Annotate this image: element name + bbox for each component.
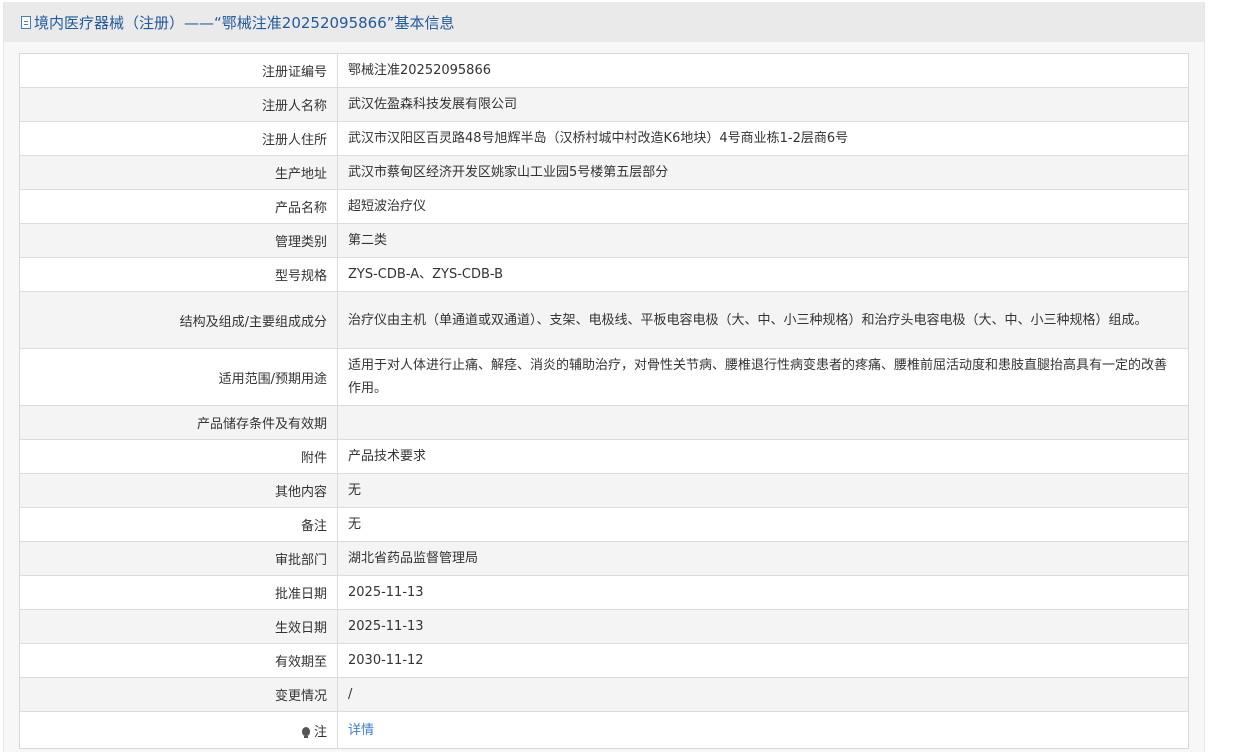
- table-row-registrant-name: 注册人名称 武汉佐盈森科技发展有限公司: [20, 88, 1188, 122]
- field-value: 武汉市蔡甸区经济开发区姚家山工业园5号楼第五层部分: [348, 165, 669, 180]
- field-label: 有效期至: [20, 644, 338, 677]
- details-link[interactable]: 详情: [348, 719, 374, 742]
- table-row-attachment: 附件 产品技术要求: [20, 440, 1188, 474]
- lightbulb-icon: [301, 726, 310, 738]
- table-row-storage: 产品储存条件及有效期: [20, 406, 1188, 440]
- field-label: 其他内容: [20, 474, 338, 507]
- field-label: 型号规格: [20, 258, 338, 291]
- page-title: 境内医疗器械（注册）——“鄂械注准20252095866”基本信息: [34, 13, 455, 32]
- field-value: 产品技术要求: [348, 449, 427, 464]
- field-label: 产品储存条件及有效期: [20, 406, 338, 439]
- field-value: 适用于对人体进行止痛、解痉、消炎的辅助治疗，对骨性关节病、腰椎退行性病变患者的疼…: [348, 358, 1168, 396]
- field-value: 2025-11-13: [348, 585, 424, 600]
- field-label: 生产地址: [20, 156, 338, 189]
- detail-panel: 境内医疗器械（注册）——“鄂械注准20252095866”基本信息 注册证编号 …: [3, 2, 1205, 752]
- field-value: 湖北省药品监督管理局: [348, 551, 479, 566]
- document-icon: [21, 15, 31, 29]
- field-label: 注册证编号: [20, 54, 338, 87]
- table-row-registrant-address: 注册人住所 武汉市汉阳区百灵路48号旭辉半岛（汉桥村城中村改造K6地块）4号商业…: [20, 122, 1188, 156]
- field-label: 注册人住所: [20, 122, 338, 155]
- field-label: 管理类别: [20, 224, 338, 257]
- field-value: 鄂械注准20252095866: [348, 63, 491, 78]
- field-value: 超短波治疗仪: [348, 199, 427, 214]
- field-label: 注册人名称: [20, 88, 338, 121]
- field-value: [338, 406, 1188, 439]
- table-row-valid-until: 有效期至 2030-11-12: [20, 644, 1188, 678]
- field-label: 适用范围/预期用途: [20, 349, 338, 405]
- field-label: 变更情况: [20, 678, 338, 711]
- field-value: 2030-11-12: [348, 653, 424, 668]
- table-row-model-spec: 型号规格 ZYS-CDB-A、ZYS-CDB-B: [20, 258, 1188, 292]
- table-row-changes: 变更情况 /: [20, 678, 1188, 712]
- table-row-structure: 结构及组成/主要组成成分 治疗仪由主机（单通道或双通道）、支架、电极线、平板电容…: [20, 292, 1188, 349]
- field-label: 生效日期: [20, 610, 338, 643]
- field-value: ZYS-CDB-A、ZYS-CDB-B: [348, 267, 504, 282]
- table-row-note: 注 详情: [20, 712, 1188, 748]
- field-label: 审批部门: [20, 542, 338, 575]
- table-row-management-class: 管理类别 第二类: [20, 224, 1188, 258]
- field-label: 产品名称: [20, 190, 338, 223]
- field-value: 武汉市汉阳区百灵路48号旭辉半岛（汉桥村城中村改造K6地块）4号商业栋1-2层商…: [348, 131, 849, 146]
- field-value: 第二类: [348, 233, 388, 248]
- table-row-approval-date: 批准日期 2025-11-13: [20, 576, 1188, 610]
- table-row-remarks: 备注 无: [20, 508, 1188, 542]
- table-row-effective-date: 生效日期 2025-11-13: [20, 610, 1188, 644]
- field-value: 无: [348, 517, 362, 532]
- field-value-note: 详情: [338, 712, 1188, 748]
- field-value: 武汉佐盈森科技发展有限公司: [348, 97, 518, 112]
- field-value: /: [348, 687, 353, 702]
- table-row-registration-number: 注册证编号 鄂械注准20252095866: [20, 54, 1188, 88]
- table-row-other: 其他内容 无: [20, 474, 1188, 508]
- field-value: 无: [348, 483, 362, 498]
- field-label: 附件: [20, 440, 338, 473]
- panel-header: 境内医疗器械（注册）——“鄂械注准20252095866”基本信息: [4, 2, 1204, 42]
- field-value: 2025-11-13: [348, 619, 424, 634]
- note-label: 注: [313, 724, 327, 740]
- field-label-note: 注: [20, 712, 338, 748]
- info-table: 注册证编号 鄂械注准20252095866 注册人名称 武汉佐盈森科技发展有限公…: [19, 53, 1189, 749]
- field-label: 备注: [20, 508, 338, 541]
- table-row-intended-use: 适用范围/预期用途 适用于对人体进行止痛、解痉、消炎的辅助治疗，对骨性关节病、腰…: [20, 349, 1188, 406]
- table-row-production-address: 生产地址 武汉市蔡甸区经济开发区姚家山工业园5号楼第五层部分: [20, 156, 1188, 190]
- table-row-product-name: 产品名称 超短波治疗仪: [20, 190, 1188, 224]
- field-label: 结构及组成/主要组成成分: [20, 292, 338, 348]
- field-label: 批准日期: [20, 576, 338, 609]
- field-value: 治疗仪由主机（单通道或双通道）、支架、电极线、平板电容电极（大、中、小三种规格）…: [348, 312, 1148, 328]
- table-row-approval-dept: 审批部门 湖北省药品监督管理局: [20, 542, 1188, 576]
